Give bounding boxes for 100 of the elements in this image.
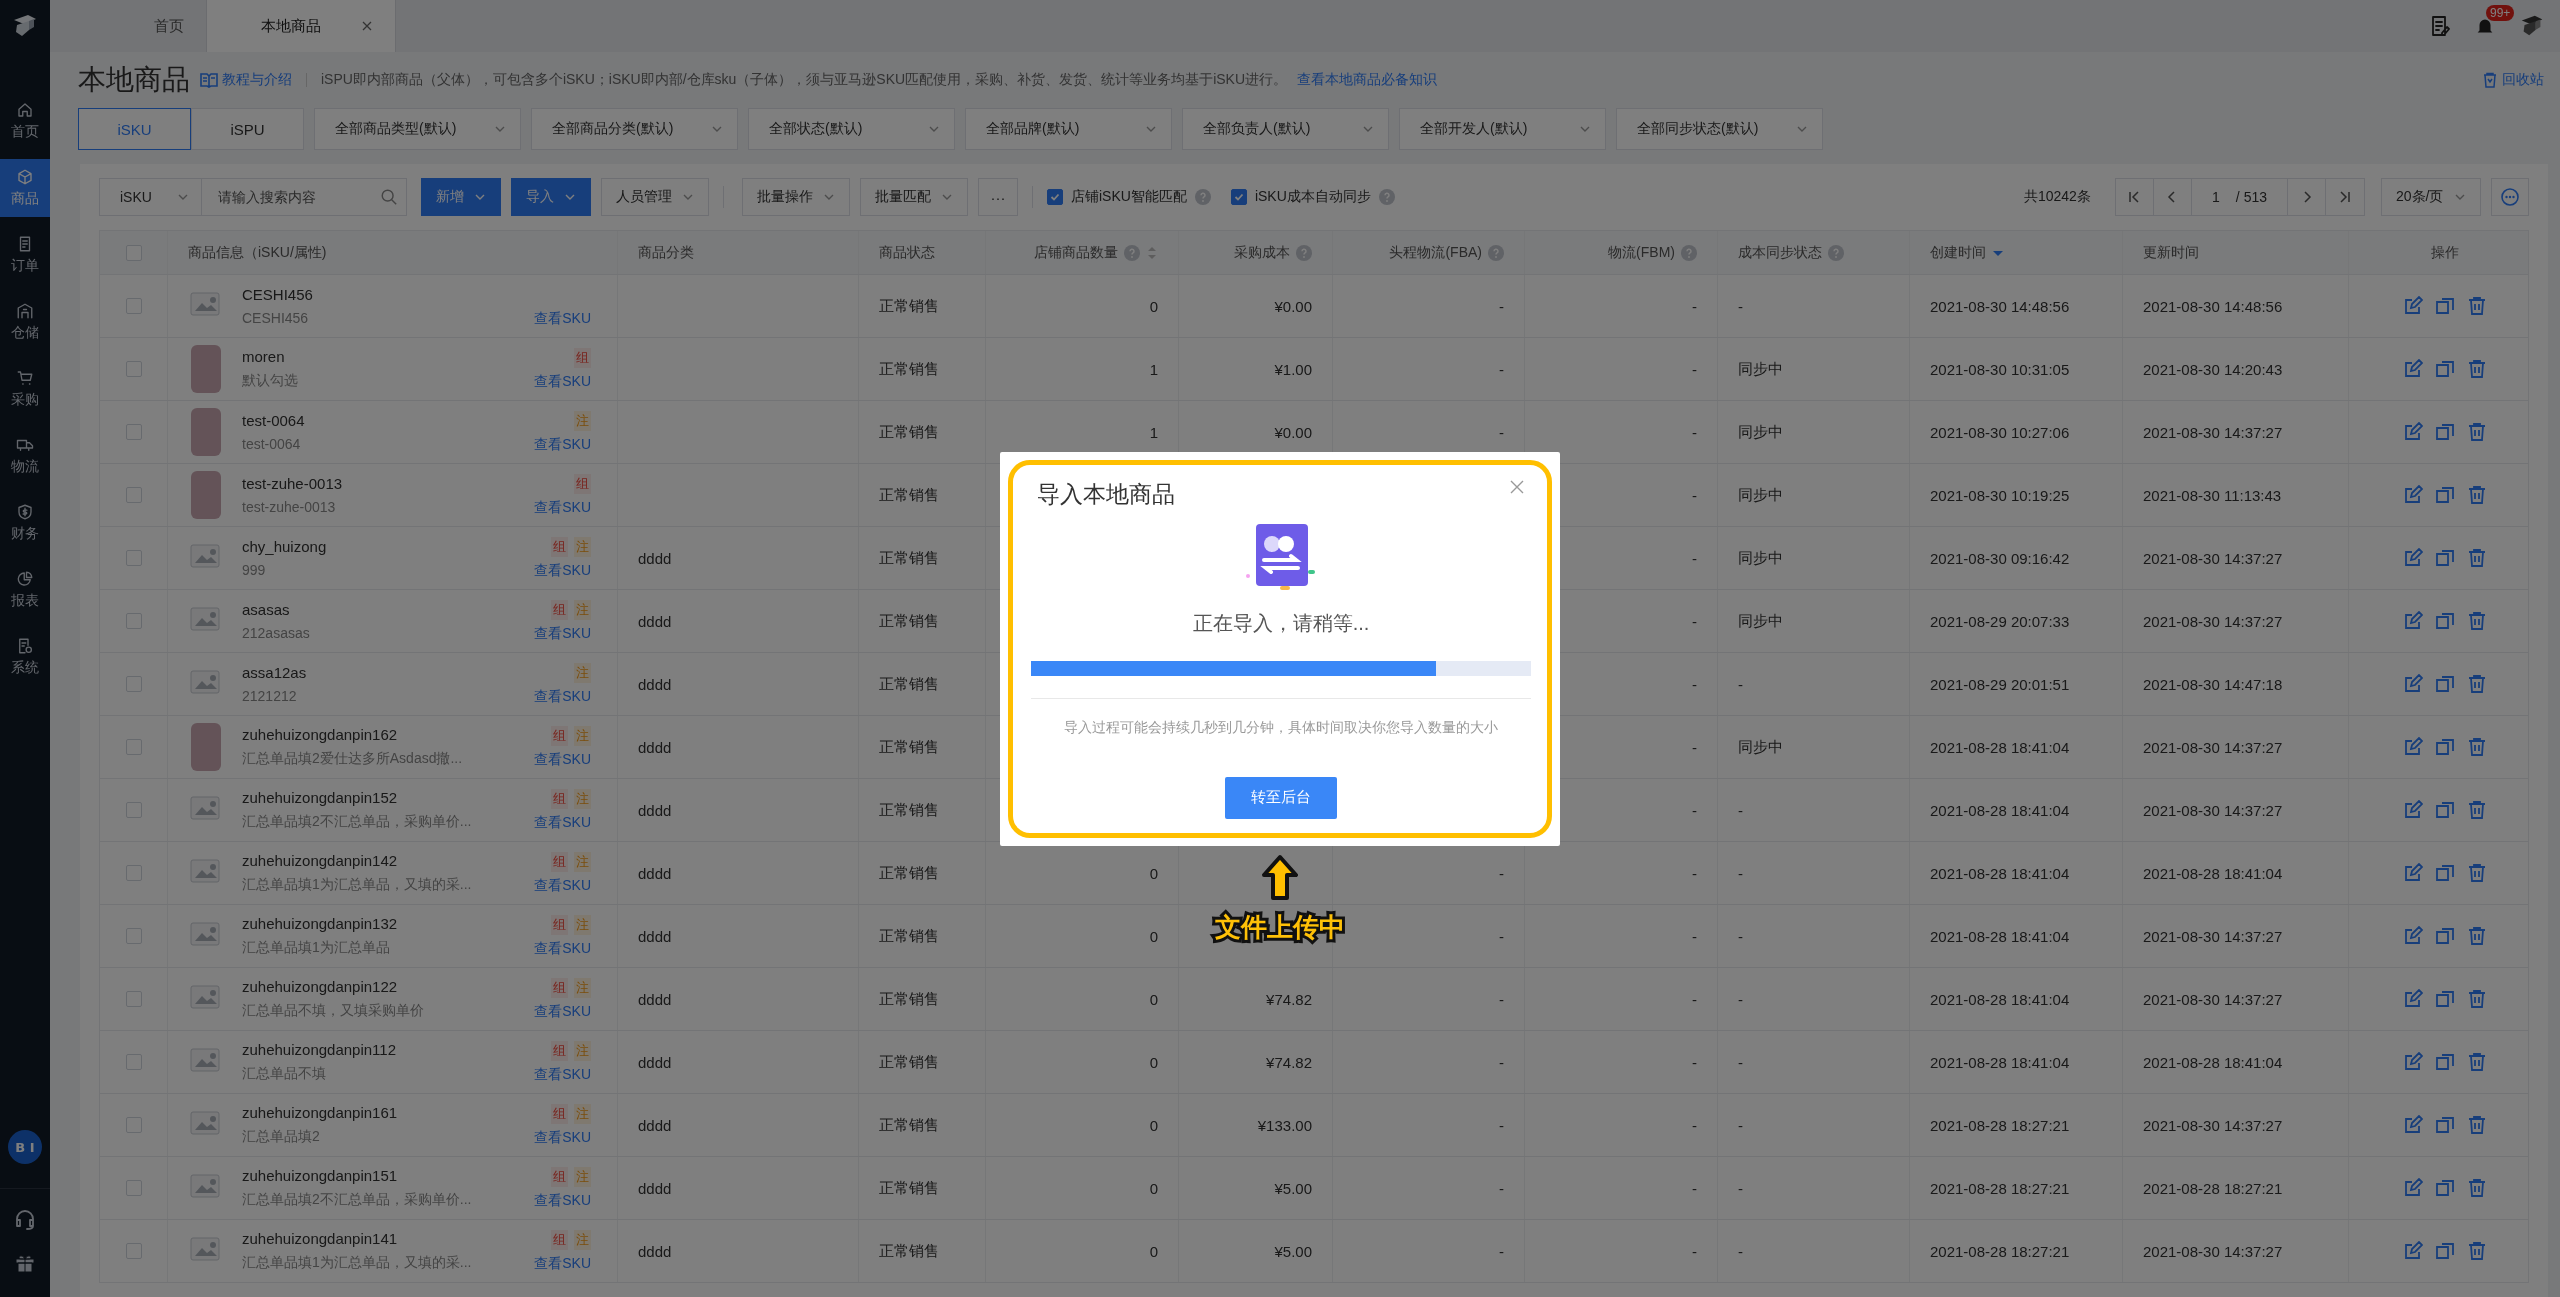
row-checkbox[interactable] <box>125 1243 142 1259</box>
nav-item[interactable]: 商品 <box>0 159 50 217</box>
view-sku-link[interactable]: 查看SKU <box>534 624 591 643</box>
select-all-checkbox[interactable] <box>125 244 142 261</box>
delete-icon[interactable] <box>2467 989 2487 1009</box>
copy-icon[interactable] <box>2435 1115 2455 1135</box>
view-sku-link[interactable]: 查看SKU <box>534 1128 591 1147</box>
copy-icon[interactable] <box>2435 800 2455 820</box>
row-checkbox[interactable] <box>125 487 142 503</box>
edit-icon[interactable] <box>2403 611 2423 631</box>
delete-icon[interactable] <box>2467 800 2487 820</box>
copy-icon[interactable] <box>2435 296 2455 316</box>
edit-icon[interactable] <box>2403 1115 2423 1135</box>
help-icon[interactable] <box>1194 189 1211 205</box>
delete-icon[interactable] <box>2467 674 2487 694</box>
view-sku-link[interactable]: 查看SKU <box>534 876 591 895</box>
copy-icon[interactable] <box>2435 863 2455 883</box>
nav-item[interactable]: 仓储 <box>0 293 50 351</box>
settings-button[interactable] <box>2491 178 2529 216</box>
copy-icon[interactable] <box>2435 1052 2455 1072</box>
row-checkbox[interactable] <box>125 1117 142 1133</box>
row-checkbox[interactable] <box>125 802 142 818</box>
copy-icon[interactable] <box>2435 1241 2455 1261</box>
row-checkbox[interactable] <box>125 1180 142 1196</box>
checkbox[interactable] <box>1047 189 1063 205</box>
help-icon[interactable] <box>1378 189 1395 205</box>
help-icon[interactable] <box>1124 244 1140 261</box>
edit-icon[interactable] <box>2403 548 2423 568</box>
filter-dropdown[interactable]: 全部商品类型(默认) <box>314 108 521 150</box>
view-sku-link[interactable]: 查看SKU <box>534 1191 591 1210</box>
view-sku-link[interactable]: 查看SKU <box>534 1065 591 1084</box>
view-sku-link[interactable]: 查看SKU <box>534 687 591 706</box>
row-checkbox[interactable] <box>125 676 142 692</box>
edit-icon[interactable] <box>2403 422 2423 442</box>
view-sku-link[interactable]: 查看SKU <box>534 1002 591 1021</box>
bi-button[interactable]: B I <box>8 1130 42 1164</box>
dropdown-button[interactable]: 批量操作 <box>742 178 850 216</box>
row-checkbox[interactable] <box>125 298 142 314</box>
tutorial-link[interactable]: 教程与介绍 <box>200 71 292 89</box>
copy-icon[interactable] <box>2435 359 2455 379</box>
edit-icon[interactable] <box>2403 989 2423 1009</box>
headset-icon[interactable] <box>13 1207 37 1231</box>
row-checkbox[interactable] <box>125 865 142 881</box>
delete-icon[interactable] <box>2467 1115 2487 1135</box>
nav-item[interactable]: 报表 <box>0 561 50 619</box>
copy-icon[interactable] <box>2435 1178 2455 1198</box>
edit-icon[interactable] <box>2403 863 2423 883</box>
search-icon[interactable] <box>380 187 398 207</box>
copy-icon[interactable] <box>2435 611 2455 631</box>
help-icon[interactable] <box>1681 244 1697 261</box>
delete-icon[interactable] <box>2467 1241 2487 1261</box>
recycle-bin-link[interactable]: 回收站 <box>2482 71 2544 89</box>
dropdown-button[interactable]: 批量匹配 <box>860 178 968 216</box>
edit-icon[interactable] <box>2403 1052 2423 1072</box>
edit-icon[interactable] <box>2403 1178 2423 1198</box>
help-icon[interactable] <box>1296 244 1312 261</box>
delete-icon[interactable] <box>2467 737 2487 757</box>
dropdown-button[interactable]: 导入 <box>511 178 591 216</box>
delete-icon[interactable] <box>2467 485 2487 505</box>
nav-item[interactable]: 订单 <box>0 226 50 284</box>
delete-icon[interactable] <box>2467 1052 2487 1072</box>
dropdown-button[interactable]: 人员管理 <box>601 178 709 216</box>
help-icon[interactable] <box>1488 244 1504 261</box>
view-sku-link[interactable]: 查看SKU <box>534 750 591 769</box>
dropdown-button[interactable]: 新增 <box>421 178 501 216</box>
copy-icon[interactable] <box>2435 926 2455 946</box>
delete-icon[interactable] <box>2467 422 2487 442</box>
search-field[interactable]: iSKU 请输入搜索内容 <box>99 178 407 216</box>
delete-icon[interactable] <box>2467 359 2487 379</box>
background-button[interactable]: 转至后台 <box>1225 776 1337 819</box>
edit-icon[interactable] <box>2403 359 2423 379</box>
more-button[interactable]: ··· <box>978 178 1018 216</box>
row-checkbox[interactable] <box>125 424 142 440</box>
edit-icon[interactable] <box>2403 674 2423 694</box>
edit-icon[interactable] <box>2403 1241 2423 1261</box>
row-checkbox[interactable] <box>125 739 142 755</box>
edit-icon[interactable] <box>2403 296 2423 316</box>
delete-icon[interactable] <box>2467 548 2487 568</box>
row-checkbox[interactable] <box>125 928 142 944</box>
close-icon[interactable] <box>361 20 373 32</box>
filter-dropdown[interactable]: 全部商品分类(默认) <box>531 108 738 150</box>
filter-dropdown[interactable]: 全部品牌(默认) <box>965 108 1172 150</box>
row-checkbox[interactable] <box>125 361 142 377</box>
copy-icon[interactable] <box>2435 674 2455 694</box>
nav-item[interactable]: 系统 <box>0 628 50 686</box>
edit-icon[interactable] <box>2403 926 2423 946</box>
filter-dropdown[interactable]: 全部同步状态(默认) <box>1616 108 1823 150</box>
knowledge-link[interactable]: 查看本地商品必备知识 <box>1297 71 1438 89</box>
delete-icon[interactable] <box>2467 863 2487 883</box>
copy-icon[interactable] <box>2435 737 2455 757</box>
filter-dropdown[interactable]: 全部状态(默认) <box>748 108 955 150</box>
nav-item[interactable]: 首页 <box>0 92 50 150</box>
view-sku-link[interactable]: 查看SKU <box>534 435 591 454</box>
delete-icon[interactable] <box>2467 1178 2487 1198</box>
view-sku-link[interactable]: 查看SKU <box>534 939 591 958</box>
page-tab[interactable]: 本地商品 <box>207 0 396 52</box>
help-icon[interactable] <box>1828 244 1844 261</box>
nav-item[interactable]: 财务 <box>0 494 50 552</box>
nav-item[interactable]: 采购 <box>0 360 50 418</box>
delete-icon[interactable] <box>2467 296 2487 316</box>
